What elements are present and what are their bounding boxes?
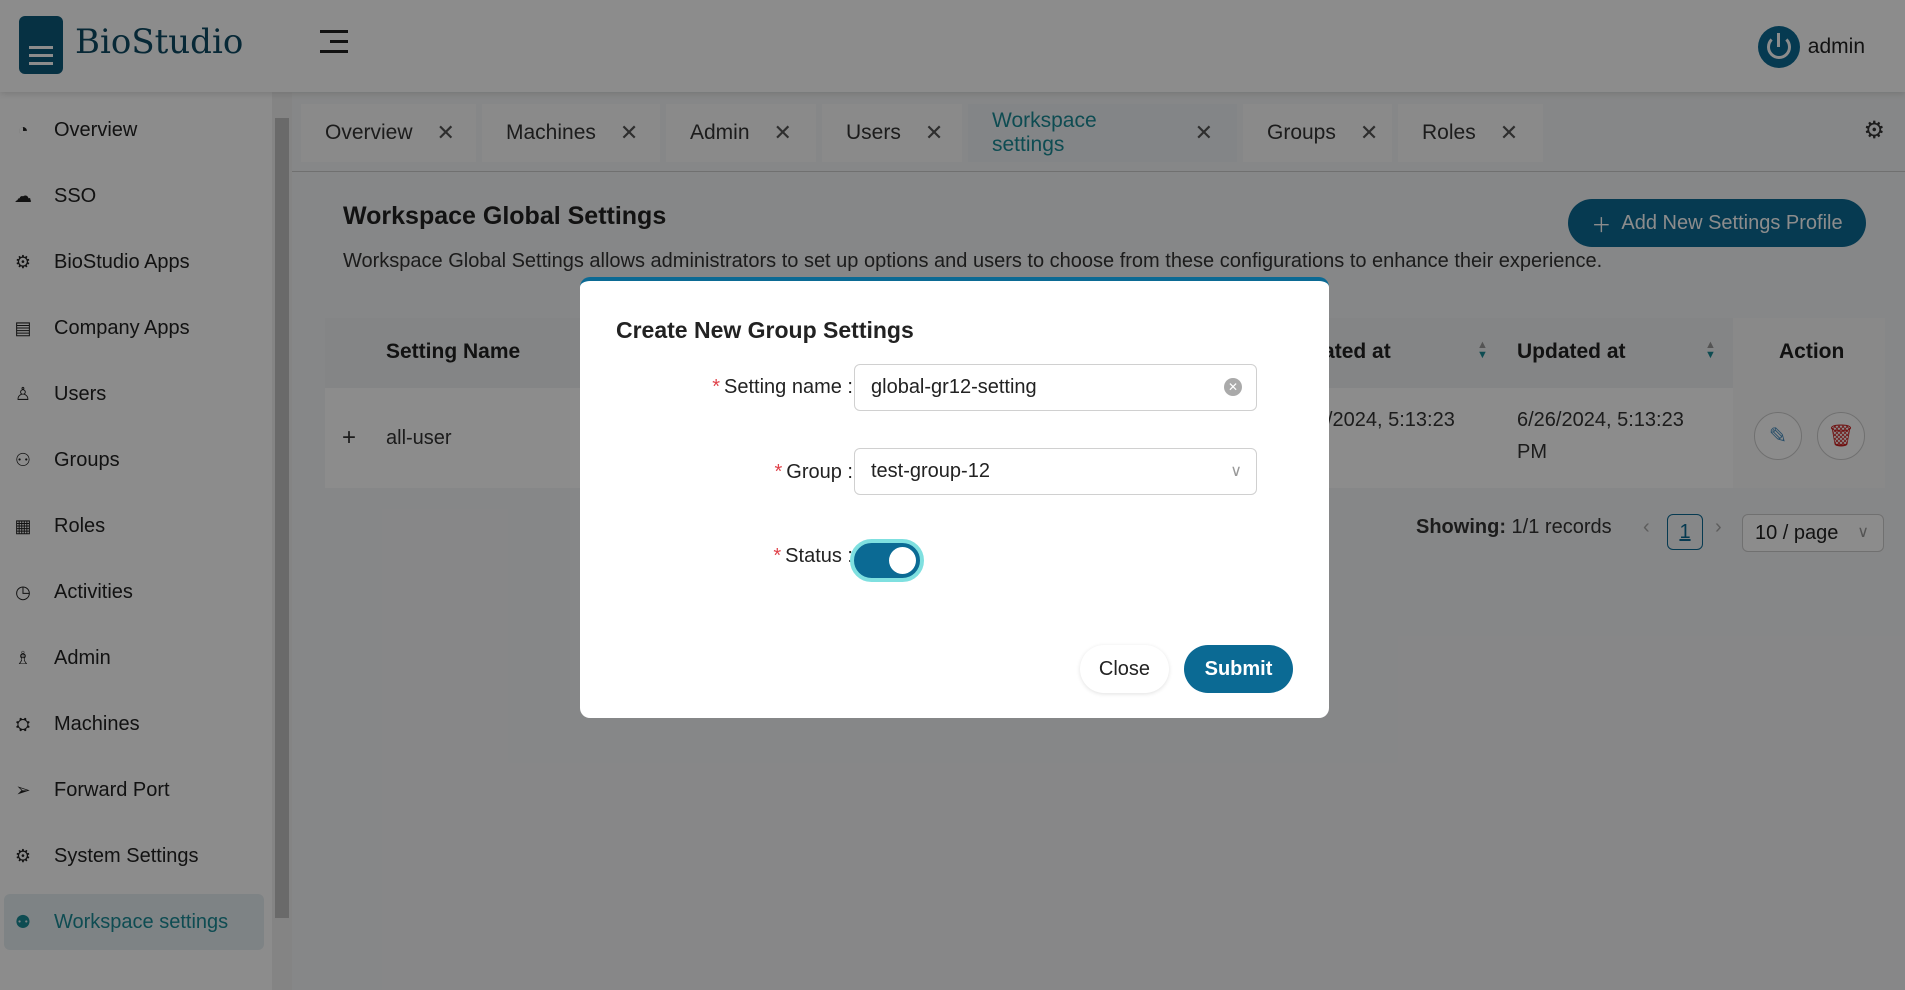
- group-label: * Group :: [774, 461, 853, 483]
- group-select[interactable]: test-group-12 ∨: [854, 448, 1257, 495]
- clear-icon[interactable]: ✕: [1224, 378, 1242, 396]
- create-group-settings-modal: Create New Group Settings * Setting name …: [580, 277, 1329, 718]
- status-toggle[interactable]: [850, 539, 924, 582]
- label-text: Setting name: [724, 376, 842, 398]
- setting-name-value: global-gr12-setting: [871, 376, 1037, 398]
- label-text: Status: [785, 545, 842, 567]
- submit-button[interactable]: Submit: [1184, 645, 1293, 693]
- chevron-down-icon: ∨: [1230, 463, 1242, 480]
- group-value: test-group-12: [871, 460, 990, 482]
- setting-name-input[interactable]: global-gr12-setting ✕: [854, 364, 1257, 411]
- modal-title: Create New Group Settings: [616, 317, 914, 343]
- label-text: Group: [786, 461, 842, 483]
- setting-name-label: * Setting name :: [712, 376, 853, 398]
- status-label: * Status :: [773, 545, 853, 567]
- close-button[interactable]: Close: [1080, 645, 1169, 693]
